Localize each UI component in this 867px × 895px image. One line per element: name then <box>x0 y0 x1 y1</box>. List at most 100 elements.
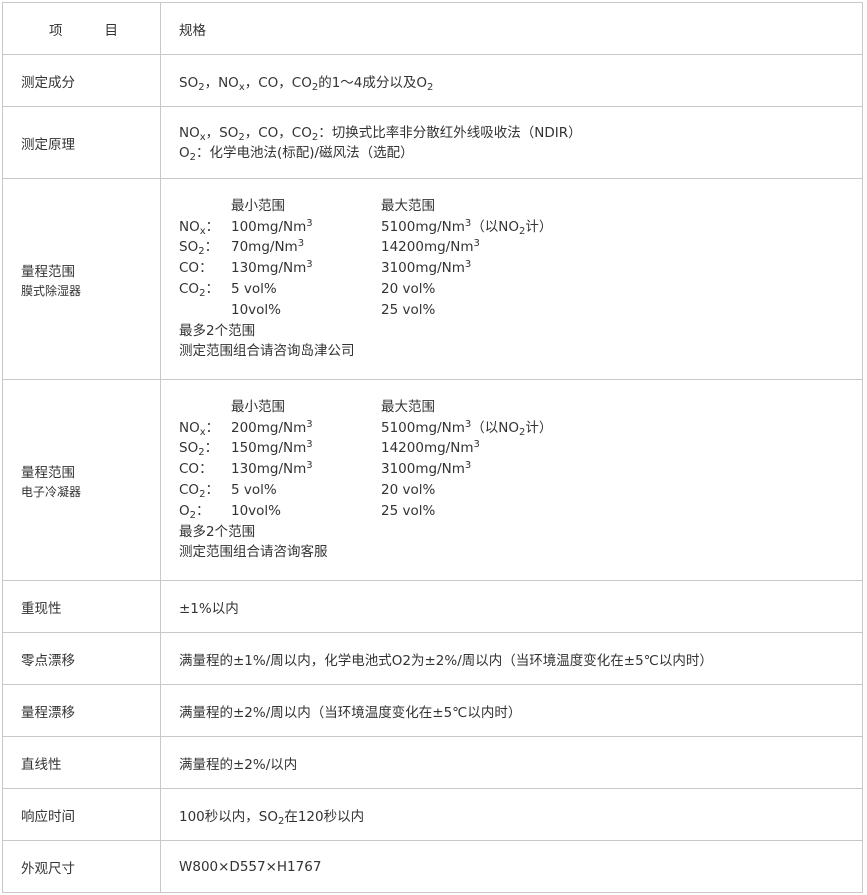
max-value: 3100mg/Nm <box>381 260 465 277</box>
range-note: 测定范围组合请咨询岛津公司 <box>179 343 355 360</box>
range-note: 最多2个范围 <box>179 322 256 339</box>
colon: ： <box>205 419 220 436</box>
colon: ： <box>205 218 220 235</box>
max-note: （以NO <box>471 419 519 436</box>
max-value: 5100mg/Nm <box>381 419 465 436</box>
gas-cell: NOx： <box>179 418 231 439</box>
max-note: 计） <box>525 419 553 436</box>
row-value: 满量程的±1%/周以内，化学电池式O2为±2%/周以内（当环境温度变化在±5℃以… <box>160 632 863 685</box>
max-value: 14200mg/Nm <box>381 239 474 256</box>
max-range: 25 vol% <box>381 501 862 522</box>
min-range: 5 vol% <box>231 480 381 501</box>
range-grid: 最小范围 最大范围 NOx： 100mg/Nm3 5100mg/Nm3（以NO2计） SO… <box>179 196 862 321</box>
gas-cell: CO： <box>179 258 231 279</box>
range-grid: 最小范围 最大范围 NOx： 200mg/Nm3 5100mg/Nm3（以NO2计） SO… <box>179 397 862 522</box>
min-value: 100mg/Nm <box>231 218 307 235</box>
min-superscript: 3 <box>306 259 313 271</box>
min-header: 最小范围 <box>231 197 285 214</box>
max-value: 5100mg/Nm <box>381 218 465 235</box>
gas-name: NO <box>179 218 200 235</box>
max-header: 最大范围 <box>381 398 435 415</box>
table-row: 直线性 满量程的±2%/以内 <box>2 736 863 789</box>
max-note: （以NO <box>471 218 519 235</box>
min-superscript: 3 <box>306 418 313 430</box>
table-row: 测定成分 SO2，NOx，CO，CO2的1～4成分以及O2 <box>2 54 863 107</box>
header-item: 项目 <box>2 2 161 55</box>
table-row: 量程范围 膜式除湿器 最小范围 最大范围 NOx： 100mg/Nm3 5100mg/N… <box>2 178 863 380</box>
gas-cell: SO2： <box>179 438 231 459</box>
colon: ： <box>204 239 219 256</box>
min-range: 100mg/Nm3 <box>231 217 381 238</box>
min-value: 5 vol% <box>231 482 277 498</box>
row-label: 重现性 <box>2 580 161 633</box>
row-label: 测定成分 <box>2 54 161 107</box>
colon: ： <box>199 461 213 478</box>
max-superscript: 3 <box>464 259 472 271</box>
min-value: 200mg/Nm <box>231 419 307 436</box>
min-range: 70mg/Nm3 <box>231 237 381 258</box>
principle-line: O2：化学电池法(标配)/磁风法（选配） <box>179 144 414 163</box>
min-value: 10vol% <box>231 301 282 318</box>
max-range: 20 vol% <box>381 279 862 300</box>
min-superscript: 3 <box>306 460 313 472</box>
header-spec: 规格 <box>160 2 863 55</box>
row-value: SO2，NOx，CO，CO2的1～4成分以及O2 <box>160 54 863 107</box>
header-row: 项目 规格 <box>2 2 863 55</box>
row-value: ±1%以内 <box>160 580 863 633</box>
gas-name: O <box>179 502 190 519</box>
row-label: 量程漂移 <box>2 684 161 737</box>
row-value: 满量程的±2%/以内 <box>160 736 863 789</box>
max-header: 最大范围 <box>381 197 435 214</box>
row-label: 测定原理 <box>2 106 161 179</box>
min-superscript: 3 <box>297 238 305 250</box>
min-superscript: 3 <box>306 439 313 451</box>
gas-cell: CO2： <box>179 480 231 501</box>
row-value: NOx，SO2，CO，CO2：切换式比率非分散红外线吸收法（NDIR） O2：化… <box>160 106 863 179</box>
row-sublabel: 膜式除湿器 <box>21 283 82 298</box>
colon: ： <box>205 482 219 498</box>
max-value: 20 vol% <box>381 281 436 297</box>
colon: ： <box>199 260 213 277</box>
table-row: 零点漂移 满量程的±1%/周以内，化学电池式O2为±2%/周以内（当环境温度变化… <box>2 632 863 685</box>
min-range: 130mg/Nm3 <box>231 459 381 480</box>
max-range: 3100mg/Nm3 <box>381 258 862 279</box>
max-superscript: 3 <box>473 439 480 451</box>
gas-name: CO <box>179 281 200 297</box>
min-value: 130mg/Nm <box>231 461 307 478</box>
table-row: 响应时间 100秒以内，SO2在120秒以内 <box>2 788 863 841</box>
max-range: 20 vol% <box>381 480 862 501</box>
max-value: 3100mg/Nm <box>381 461 465 478</box>
row-sublabel: 电子冷凝器 <box>21 484 82 499</box>
row-label: 量程范围 膜式除湿器 <box>2 178 161 380</box>
colon: ： <box>205 281 219 297</box>
max-range: 3100mg/Nm3 <box>381 459 862 480</box>
table-row: 量程范围 电子冷凝器 最小范围 最大范围 NOx： 200mg/Nm3 5100mg/N… <box>2 379 863 581</box>
gas-name: CO <box>179 461 200 478</box>
min-value: 5 vol% <box>231 281 277 297</box>
row-label: 量程范围 电子冷凝器 <box>2 379 161 581</box>
min-value: 70mg/Nm <box>231 239 298 256</box>
min-superscript: 3 <box>306 217 313 229</box>
gas-name: SO <box>179 440 199 457</box>
min-value: 130mg/Nm <box>231 260 307 277</box>
colon: ： <box>196 502 210 519</box>
table-row: 重现性 ±1%以内 <box>2 580 863 633</box>
max-value: 25 vol% <box>381 301 436 318</box>
table-row: 外观尺寸 W800×D557×H1767 <box>2 840 863 893</box>
max-value: 20 vol% <box>381 482 436 498</box>
gas-cell <box>179 196 231 217</box>
range-note: 最多2个范围 <box>179 523 256 540</box>
row-label: 直线性 <box>2 736 161 789</box>
gas-cell: SO2： <box>179 237 231 258</box>
max-range: 14200mg/Nm3 <box>381 237 862 258</box>
table-row: 量程漂移 满量程的±2%/周以内（当环境温度变化在±5℃以内时） <box>2 684 863 737</box>
gas-cell: CO2： <box>179 279 231 300</box>
row-value: 最小范围 最大范围 NOx： 100mg/Nm3 5100mg/Nm3（以NO2计） SO… <box>160 178 863 380</box>
row-value: 100秒以内，SO2在120秒以内 <box>160 788 863 841</box>
max-range: 25 vol% <box>381 300 862 321</box>
gas-cell <box>179 397 231 418</box>
max-value: 14200mg/Nm <box>381 440 474 457</box>
gas-cell: CO： <box>179 459 231 480</box>
max-range: 14200mg/Nm3 <box>381 438 862 459</box>
gas-name: CO <box>179 260 200 277</box>
